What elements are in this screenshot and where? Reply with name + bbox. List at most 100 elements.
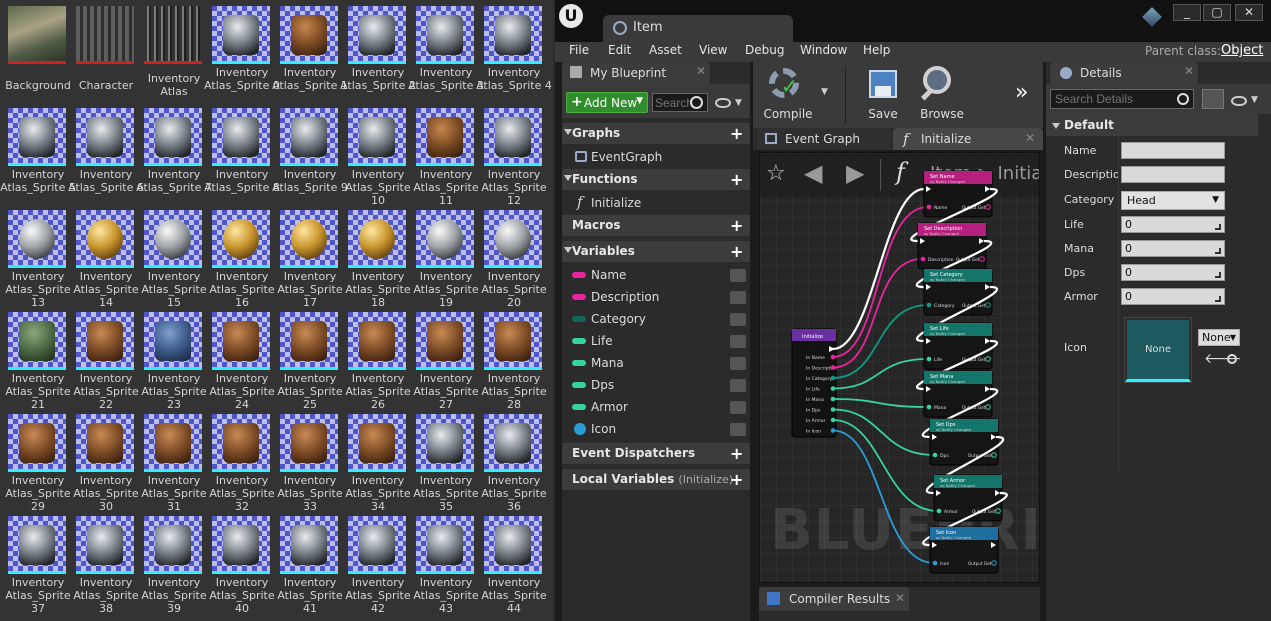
menu-debug[interactable]: Debug [745, 43, 784, 57]
minimize-button[interactable]: _ [1173, 4, 1201, 21]
graph-item-eventgraph[interactable]: EventGraph [562, 146, 750, 168]
add-macro-button[interactable]: + [730, 216, 743, 235]
value-in-pin[interactable] [926, 204, 932, 210]
asset-tile[interactable]: Inventory Atlas_Sprite 8 [204, 102, 280, 204]
menu-view[interactable]: View [699, 43, 727, 57]
value-in-pin[interactable] [932, 452, 938, 458]
variable-visibility-toggle[interactable] [730, 269, 746, 282]
spin-handle-icon[interactable] [1215, 296, 1221, 302]
asset-tile[interactable]: Inventory Atlas_Sprite 35 [408, 408, 479, 513]
asset-tile[interactable]: Inventory Atlas_Sprite 18 [340, 204, 411, 309]
close-tab-icon[interactable]: ✕ [696, 64, 706, 78]
variable-visibility-toggle[interactable] [730, 357, 746, 370]
asset-tile[interactable]: Inventory Atlas_Sprite 6 [68, 102, 144, 204]
asset-tile[interactable]: Inventory Atlas_Sprite 37 [0, 510, 71, 615]
add-graph-button[interactable]: + [730, 124, 743, 143]
asset-tile[interactable]: Inventory Atlas_Sprite 0 [204, 0, 280, 102]
document-tab-item[interactable]: Item [603, 15, 793, 42]
variable-item-category[interactable]: Category [562, 308, 750, 330]
asset-tile[interactable]: Inventory Atlas_Sprite 9 [272, 102, 348, 204]
asset-tile[interactable]: Inventory Atlas_Sprite 7 [136, 102, 212, 204]
prop-dps-input[interactable]: 0 [1121, 264, 1225, 281]
spin-handle-icon[interactable] [1215, 248, 1221, 254]
section-graphs[interactable]: Graphs + [562, 123, 750, 144]
variable-item-armor[interactable]: Armor [562, 396, 750, 418]
asset-tile[interactable]: Inventory Atlas_Sprite 16 [204, 204, 275, 309]
chevron-down-icon[interactable]: ▼ [735, 98, 742, 108]
asset-tile[interactable]: Inventory Atlas_Sprite 36 [476, 408, 547, 513]
asset-tile[interactable]: Inventory Atlas_Sprite 41 [272, 510, 343, 615]
section-local-variables[interactable]: Local Variables (Initialize) + [562, 469, 750, 490]
asset-tile[interactable]: Inventory Atlas_Sprite 42 [340, 510, 411, 615]
asset-tile[interactable]: Inventory Atlas_Sprite 10 [340, 102, 411, 207]
asset-tile[interactable]: Inventory Atlas_Sprite 13 [0, 204, 71, 309]
section-functions[interactable]: Functions + [562, 169, 750, 190]
compile-button[interactable]: ✓ Compile [757, 62, 819, 128]
view-options-eye-icon[interactable] [715, 98, 731, 108]
variable-item-mana[interactable]: Mana [562, 352, 750, 374]
add-local-variable-button[interactable]: + [730, 470, 743, 489]
add-function-button[interactable]: + [730, 170, 743, 189]
asset-tile[interactable]: Inventory Atlas_Sprite 30 [68, 408, 139, 513]
view-options-eye-icon[interactable] [1231, 96, 1247, 106]
asset-tile[interactable]: Inventory Atlas_Sprite 39 [136, 510, 207, 615]
prop-armor-input[interactable]: 0 [1121, 288, 1225, 305]
asset-tile[interactable]: Inventory Atlas_Sprite 2 [340, 0, 416, 102]
variable-visibility-toggle[interactable] [730, 291, 746, 304]
variable-item-life[interactable]: Life [562, 330, 750, 352]
asset-tile[interactable]: Inventory Atlas_Sprite 19 [408, 204, 479, 309]
variable-item-dps[interactable]: Dps [562, 374, 750, 396]
save-button[interactable]: Save [855, 62, 911, 128]
variable-visibility-toggle[interactable] [730, 401, 746, 414]
prop-mana-input[interactable]: 0 [1121, 240, 1225, 257]
asset-tile[interactable]: Inventory Atlas_Sprite 25 [272, 306, 343, 411]
value-in-pin[interactable] [932, 560, 938, 566]
toolbar-overflow-icon[interactable]: » [1015, 80, 1028, 105]
asset-tile[interactable]: Inventory Atlas_Sprite 29 [0, 408, 71, 513]
variable-visibility-toggle[interactable] [730, 313, 746, 326]
asset-tile[interactable]: Inventory Atlas_Sprite 22 [68, 306, 139, 411]
parent-class-link[interactable]: Object [1221, 43, 1263, 58]
details-search-input[interactable] [1050, 89, 1194, 109]
graph-nodes[interactable]: InitializeIn NameIn DescriptionIn Catego… [760, 153, 1040, 583]
prop-description-input[interactable] [1121, 166, 1225, 183]
search-icon[interactable] [1177, 93, 1189, 105]
asset-tile[interactable]: Inventory Atlas_Sprite 32 [204, 408, 275, 513]
asset-tile[interactable]: Inventory Atlas_Sprite 34 [340, 408, 411, 513]
asset-tile[interactable]: Inventory Atlas_Sprite 31 [136, 408, 207, 513]
menu-asset[interactable]: Asset [649, 43, 682, 57]
section-event-dispatchers[interactable]: Event Dispatchers + [562, 443, 750, 464]
variable-visibility-toggle[interactable] [730, 335, 746, 348]
asset-tile[interactable]: Inventory Atlas_Sprite 28 [476, 306, 547, 411]
browse-button[interactable]: Browse [911, 62, 973, 128]
asset-tile[interactable]: Inventory Atlas_Sprite 23 [136, 306, 207, 411]
spin-handle-icon[interactable] [1215, 272, 1221, 278]
variable-visibility-toggle[interactable] [730, 379, 746, 392]
asset-tile[interactable]: Inventory Atlas_Sprite 20 [476, 204, 547, 309]
close-tab-icon[interactable]: ✕ [1184, 64, 1194, 78]
graph-canvas[interactable]: ☆ ◀ ▶ f Item > Initia BLUEPRIN Initializ… [759, 152, 1040, 583]
menu-help[interactable]: Help [863, 43, 890, 57]
asset-tile[interactable]: Inventory Atlas_Sprite 43 [408, 510, 479, 615]
search-icon[interactable] [690, 96, 703, 109]
add-new-button[interactable]: + Add New ▼ [566, 92, 648, 113]
asset-tile[interactable]: Inventory Atlas_Sprite 27 [408, 306, 479, 411]
menu-edit[interactable]: Edit [608, 43, 631, 57]
tab-initialize[interactable]: f Initialize ✕ [893, 128, 1043, 150]
asset-tile[interactable]: Background [0, 0, 71, 102]
variable-visibility-toggle[interactable] [730, 423, 746, 436]
asset-tile[interactable]: Inventory Atlas_Sprite 15 [136, 204, 207, 309]
asset-tile[interactable]: Inventory Atlas_Sprite 33 [272, 408, 343, 513]
spin-handle-icon[interactable] [1215, 224, 1221, 230]
close-tab-icon[interactable]: ✕ [1025, 131, 1035, 145]
add-variable-button[interactable]: + [730, 242, 743, 261]
prop-category-dropdown[interactable]: Head ▼ [1121, 191, 1225, 210]
menu-window[interactable]: Window [800, 43, 847, 57]
asset-tile[interactable]: Character [68, 0, 136, 102]
icon-thumbnail[interactable]: None [1125, 318, 1191, 382]
variable-item-icon[interactable]: Icon [562, 418, 750, 440]
asset-tile[interactable]: Inventory Atlas_Sprite 11 [408, 102, 479, 207]
compile-options-chevron-icon[interactable]: ▼ [821, 87, 828, 97]
variable-item-description[interactable]: Description [562, 286, 750, 308]
close-tab-icon[interactable]: ✕ [895, 591, 905, 605]
